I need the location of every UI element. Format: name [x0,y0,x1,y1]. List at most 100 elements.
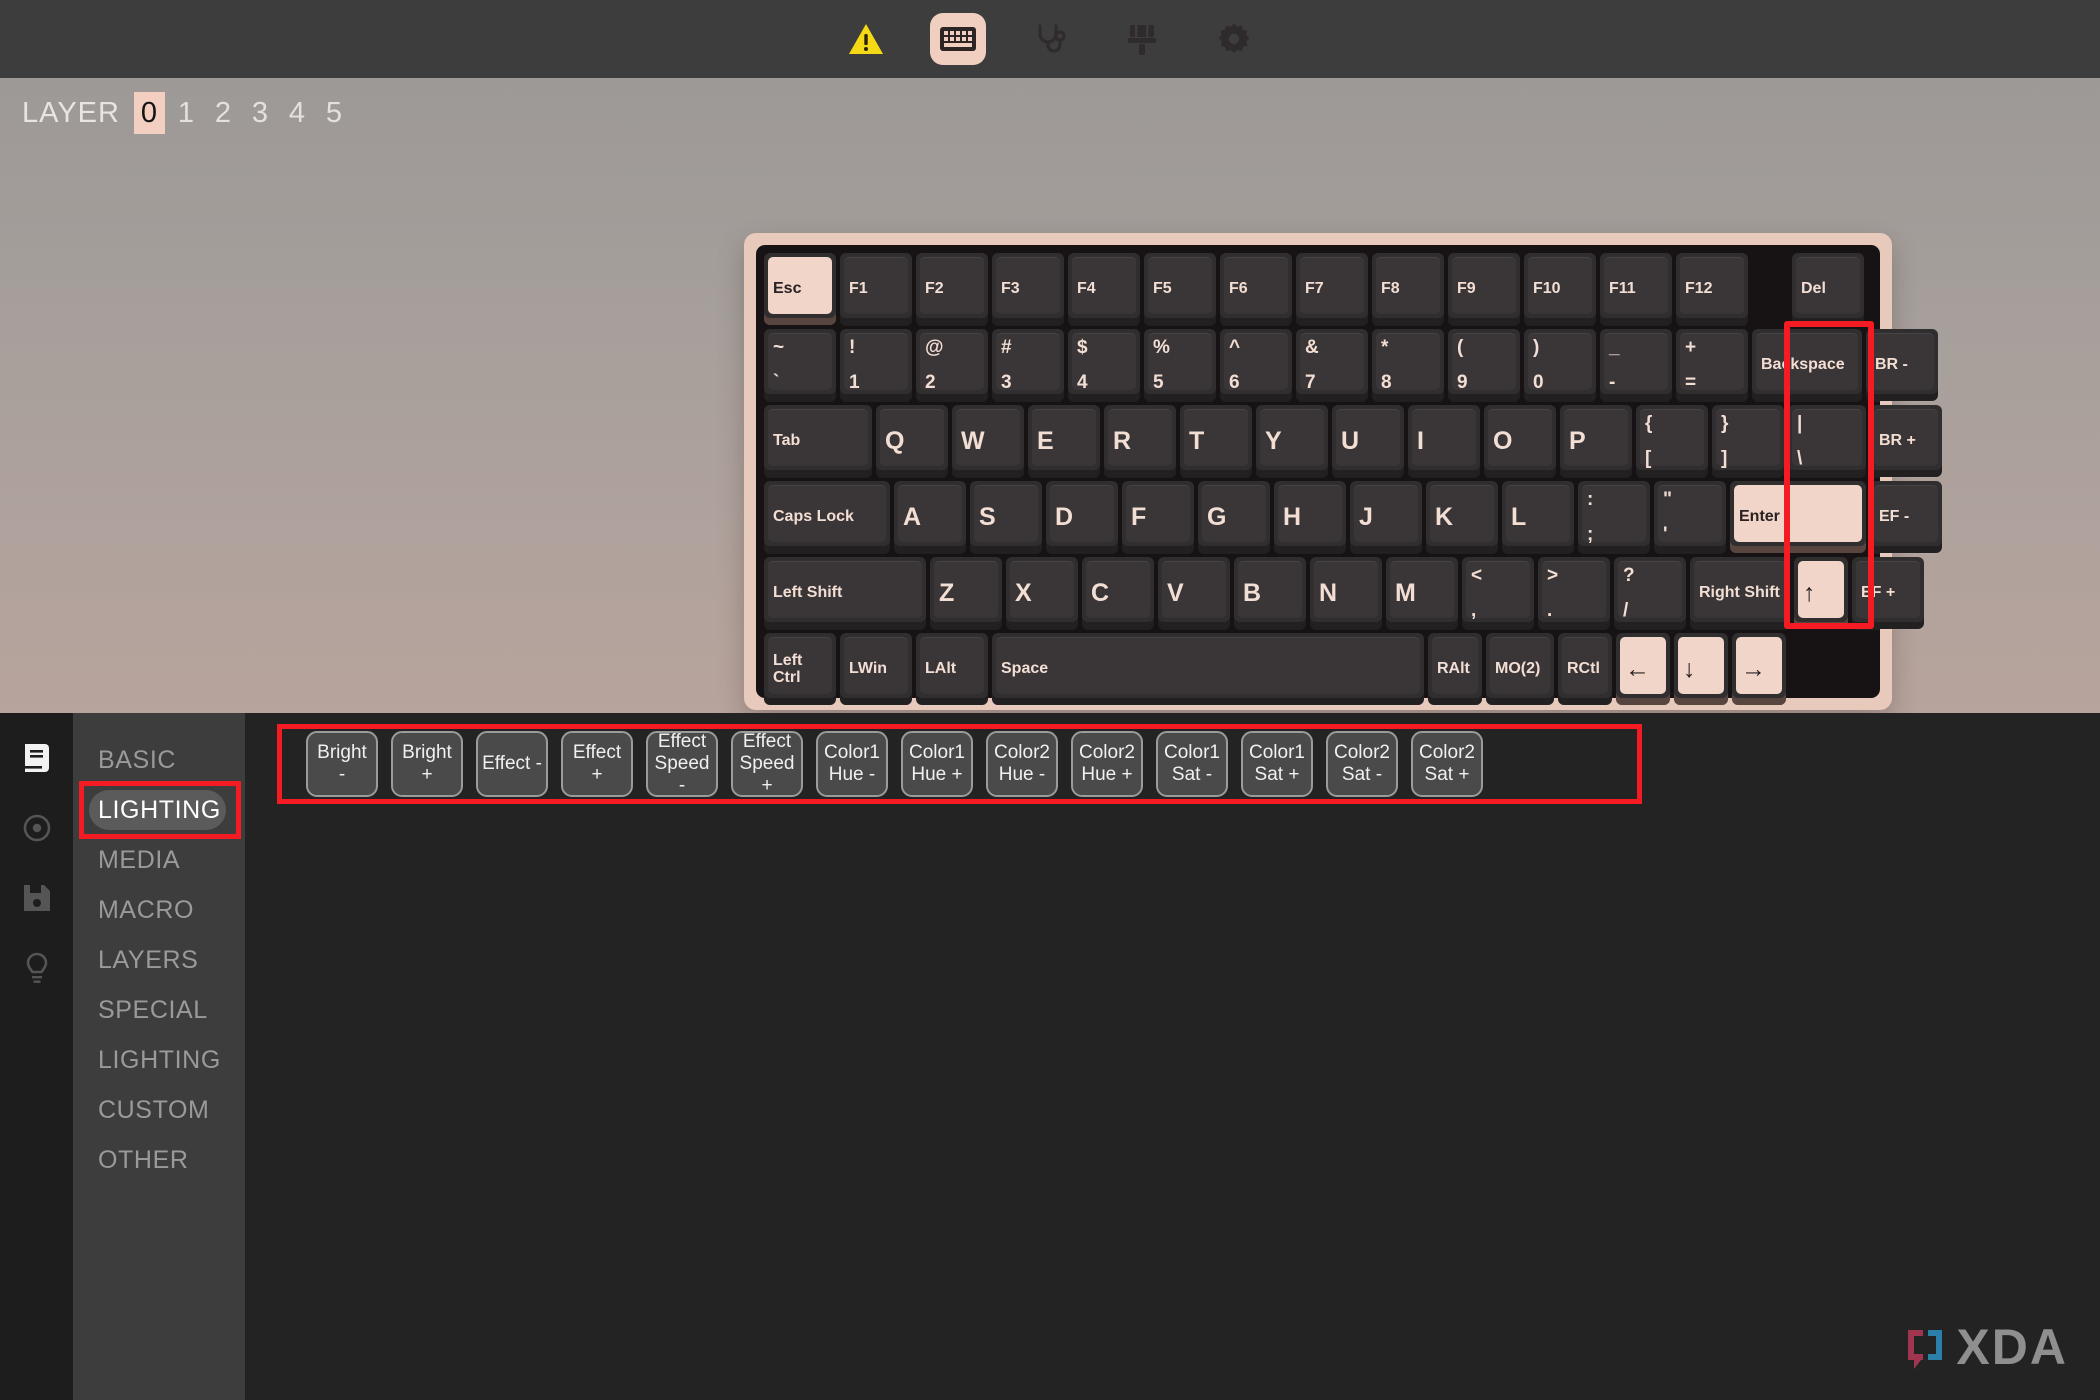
key-lalt[interactable]: LAlt [916,633,988,705]
lighting-key-effect-+[interactable]: Effect + [561,731,633,797]
key-m[interactable]: M [1386,557,1458,629]
bulb-icon-button[interactable] [17,947,57,989]
key-space[interactable]: Space [992,633,1424,705]
key-f10[interactable]: F10 [1524,253,1596,325]
lighting-key-color2-sat-+[interactable]: Color2 Sat + [1411,731,1483,797]
key-9[interactable]: (9 [1448,329,1520,401]
key-i[interactable]: I [1408,405,1480,477]
key-7[interactable]: & 7 [1296,329,1368,401]
key-f7[interactable]: F7 [1296,253,1368,325]
key-mo2[interactable]: MO(2) [1486,633,1554,705]
key-[interactable]: ↑ [1794,557,1848,629]
key-lwin[interactable]: LWin [840,633,912,705]
layer-option-4[interactable]: 4 [282,92,313,134]
key-del[interactable]: Del [1792,253,1864,325]
stethoscope-icon-button[interactable] [1022,13,1078,65]
key-[interactable]: :; [1578,481,1650,553]
sidebar-item-media[interactable]: MEDIA [73,835,245,885]
key-tab[interactable]: Tab [764,405,872,477]
lighting-key-color1-sat-+[interactable]: Color1 Sat + [1241,731,1313,797]
key-1[interactable]: ! 1 [840,329,912,401]
lighting-key-color2-sat--[interactable]: Color2 Sat - [1326,731,1398,797]
key-4[interactable]: $4 [1068,329,1140,401]
key-[interactable]: {[ [1636,405,1708,477]
key-d[interactable]: D [1046,481,1118,553]
key-f5[interactable]: F5 [1144,253,1216,325]
key-2[interactable]: @2 [916,329,988,401]
key-0[interactable]: ) 0 [1524,329,1596,401]
key-rctl[interactable]: RCtl [1558,633,1612,705]
key-f11[interactable]: F11 [1600,253,1672,325]
layer-option-5[interactable]: 5 [319,92,350,134]
key-u[interactable]: U [1332,405,1404,477]
record-icon-button[interactable] [17,807,57,849]
key-x[interactable]: X [1006,557,1078,629]
key-6[interactable]: ^ 6 [1220,329,1292,401]
lighting-key-bright-+[interactable]: Bright + [391,731,463,797]
key-b[interactable]: B [1234,557,1306,629]
key-w[interactable]: W [952,405,1024,477]
key-br+[interactable]: BR + [1870,405,1942,477]
key-n[interactable]: N [1310,557,1382,629]
lighting-key-color1-hue-+[interactable]: Color1 Hue + [901,731,973,797]
key-f4[interactable]: F4 [1068,253,1140,325]
key-k[interactable]: K [1426,481,1498,553]
lighting-key-color2-hue--[interactable]: Color2 Hue - [986,731,1058,797]
key-q[interactable]: Q [876,405,948,477]
key-f[interactable]: F [1122,481,1194,553]
key-leftshift[interactable]: Left Shift [764,557,926,629]
key-a[interactable]: A [894,481,966,553]
key-rightshift[interactable]: Right Shift [1690,557,1790,629]
lighting-key-color1-sat--[interactable]: Color1 Sat - [1156,731,1228,797]
key-backspace[interactable]: Backspace [1752,329,1862,401]
paintbrush-icon-button[interactable] [1114,13,1170,65]
key-f6[interactable]: F6 [1220,253,1292,325]
sidebar-item-lighting-2[interactable]: LIGHTING [73,1035,245,1085]
key-ralt[interactable]: RAlt [1428,633,1482,705]
gear-icon-button[interactable] [1206,13,1262,65]
warning-icon-button[interactable] [838,13,894,65]
key-leftctrl[interactable]: Left Ctrl [764,633,836,705]
key-[interactable]: " ' [1654,481,1726,553]
key-[interactable]: }] [1712,405,1784,477]
key-f9[interactable]: F9 [1448,253,1520,325]
key-enter[interactable]: Enter [1730,481,1866,553]
layer-option-2[interactable]: 2 [208,92,239,134]
keyboard-icon-button[interactable] [930,13,986,65]
key-f2[interactable]: F2 [916,253,988,325]
key-f1[interactable]: F1 [840,253,912,325]
key-br-[interactable]: BR - [1866,329,1938,401]
key-[interactable]: ← [1616,633,1670,705]
key-capslock[interactable]: Caps Lock [764,481,890,553]
key-r[interactable]: R [1104,405,1176,477]
key-j[interactable]: J [1350,481,1422,553]
layer-option-3[interactable]: 3 [245,92,276,134]
sidebar-item-special[interactable]: SPECIAL [73,985,245,1035]
key-5[interactable]: % 5 [1144,329,1216,401]
key-p[interactable]: P [1560,405,1632,477]
key-[interactable]: ? / [1614,557,1686,629]
save-icon-button[interactable] [17,877,57,919]
lighting-key-bright--[interactable]: Bright - [306,731,378,797]
key-f12[interactable]: F12 [1676,253,1748,325]
key-[interactable]: ↓ [1674,633,1728,705]
lighting-key-effect-speed--[interactable]: Effect Speed - [646,731,718,797]
key-3[interactable]: #3 [992,329,1064,401]
lighting-key-effect--[interactable]: Effect - [476,731,548,797]
key-f8[interactable]: F8 [1372,253,1444,325]
lighting-key-effect-speed-+[interactable]: Effect Speed + [731,731,803,797]
key-[interactable]: >. [1538,557,1610,629]
key-l[interactable]: L [1502,481,1574,553]
key-+[interactable]: + = [1676,329,1748,401]
key-o[interactable]: O [1484,405,1556,477]
sidebar-item-layers[interactable]: LAYERS [73,935,245,985]
book-icon-button[interactable] [17,737,57,779]
key--[interactable]: _ - [1600,329,1672,401]
key-v[interactable]: V [1158,557,1230,629]
lighting-key-color1-hue--[interactable]: Color1 Hue - [816,731,888,797]
sidebar-item-other[interactable]: OTHER [73,1135,245,1185]
key-t[interactable]: T [1180,405,1252,477]
sidebar-item-custom[interactable]: CUSTOM [73,1085,245,1135]
key-[interactable]: <, [1462,557,1534,629]
sidebar-item-basic[interactable]: BASIC [73,735,245,785]
